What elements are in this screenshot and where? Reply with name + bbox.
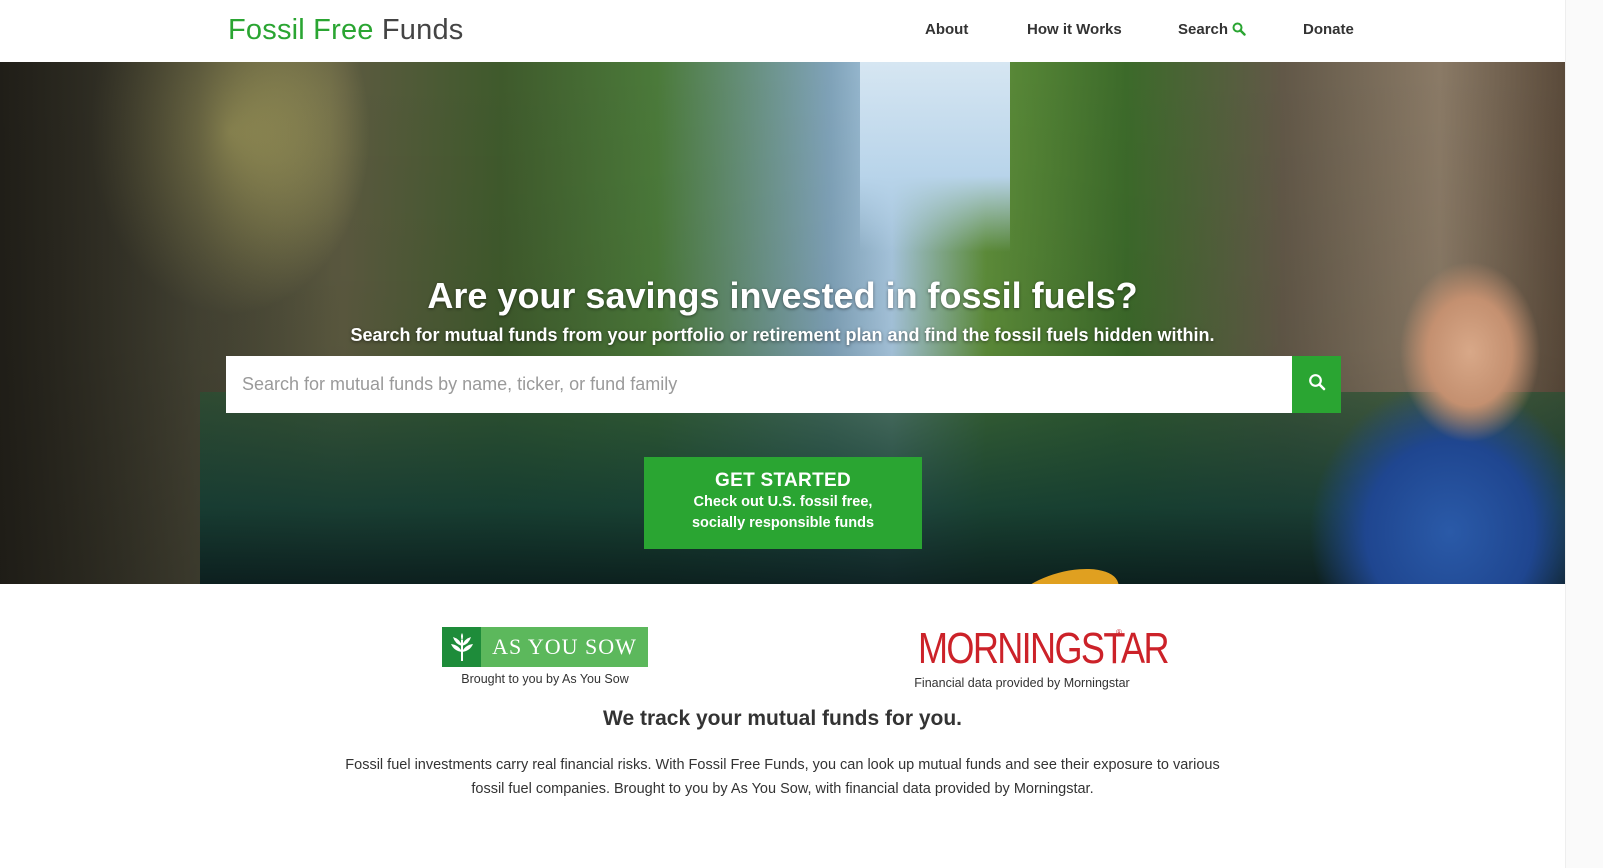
logo-part-2: Funds xyxy=(381,14,464,46)
search-submit-button[interactable] xyxy=(1292,356,1341,413)
nav-about[interactable]: About xyxy=(925,21,968,38)
morningstar-caption: Financial data provided by Morningstar xyxy=(914,676,1130,690)
page-scrollbar[interactable] xyxy=(1565,0,1603,868)
logo-part-1: Fossil Free xyxy=(228,14,374,46)
hero-subtitle: Search for mutual funds from your portfo… xyxy=(350,325,1215,345)
hero-title: Are your savings invested in fossil fuel… xyxy=(427,275,1138,316)
as-you-sow-caption: Brought to you by As You Sow xyxy=(461,672,629,686)
search-icon xyxy=(1232,22,1246,40)
site-logo[interactable]: Fossil Free Funds xyxy=(228,14,464,47)
section-description: Fossil fuel investments carry real finan… xyxy=(345,757,1220,797)
registered-mark-icon: ® xyxy=(1116,628,1122,637)
as-you-sow-wordmark: AS YOU SOW xyxy=(481,627,648,667)
nav-search[interactable]: Search xyxy=(1178,21,1246,40)
as-you-sow-logo[interactable]: AS YOU SOW xyxy=(442,627,648,667)
leaf-icon xyxy=(442,627,481,667)
hero-bg-sky xyxy=(860,62,1010,252)
nav-search-label: Search xyxy=(1178,21,1229,38)
get-started-button[interactable]: GET STARTED Check out U.S. fossil free, … xyxy=(644,457,922,549)
fund-search-input[interactable] xyxy=(226,356,1292,413)
search-icon xyxy=(1308,373,1326,396)
nav-donate[interactable]: Donate xyxy=(1303,21,1354,38)
section-title: We track your mutual funds for you. xyxy=(603,707,962,730)
morningstar-logo[interactable]: MORNINGSTAR xyxy=(918,624,1170,674)
cta-line-1: Check out U.S. fossil free, xyxy=(693,494,873,510)
site-header: Fossil Free Funds About How it Works Sea… xyxy=(0,0,1565,62)
hero-banner: Are your savings invested in fossil fuel… xyxy=(0,62,1565,584)
cta-line-2: socially responsible funds xyxy=(691,515,875,531)
cta-title: GET STARTED xyxy=(715,470,851,491)
nav-how-it-works[interactable]: How it Works xyxy=(1027,21,1122,38)
